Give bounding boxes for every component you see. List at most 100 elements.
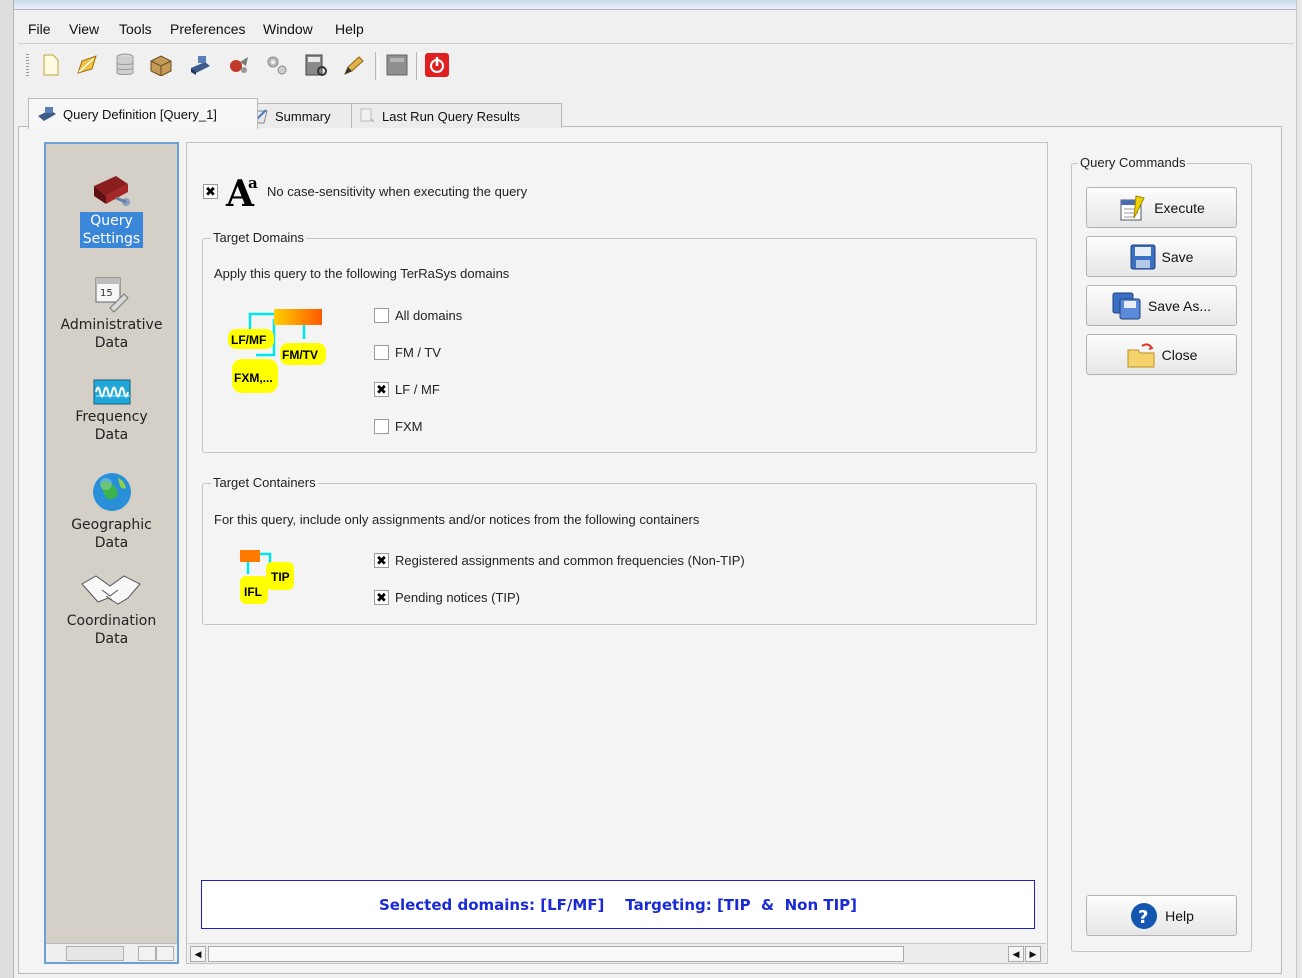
nav-item-administrative-data[interactable]: 15 Administrative Data	[46, 274, 177, 352]
case-insensitive-label: No case-sensitivity when executing the q…	[267, 184, 528, 199]
scroll-left-button[interactable]	[138, 946, 156, 961]
font-case-icon: A a	[225, 173, 258, 212]
scrollbar-thumb[interactable]	[208, 946, 904, 962]
svg-text:a: a	[248, 174, 258, 192]
disabled-icon[interactable]	[384, 52, 410, 78]
scroll-right-button[interactable]	[156, 946, 174, 961]
diagram-ifl-label: IFL	[244, 585, 262, 599]
execute-icon	[1120, 194, 1145, 220]
query-definition-icon	[38, 107, 56, 121]
diagram-fmtv-label: FM/TV	[282, 348, 318, 362]
globe-icon	[92, 473, 131, 511]
toolbar-separator	[375, 52, 379, 80]
calculator-icon[interactable]	[303, 52, 329, 78]
svg-text:15: 15	[100, 288, 113, 299]
fm-tv-label: FM / TV	[395, 345, 441, 360]
settings-gears-icon[interactable]	[264, 52, 290, 78]
diagram-lfmf-label: LF/MF	[231, 333, 266, 347]
new-document-icon[interactable]	[38, 52, 64, 78]
tab-bar: Query Definition [Query_1] Summary Last …	[18, 98, 1294, 129]
close-label: Close	[1161, 346, 1198, 363]
scrollbar-thumb[interactable]	[66, 946, 124, 961]
fm-tv-checkbox[interactable]	[374, 345, 389, 360]
nav-item-coordination-data[interactable]: Coordination Data	[46, 572, 177, 648]
help-icon: ?	[1131, 902, 1158, 929]
save-icon	[1130, 244, 1156, 269]
window-left-edge	[0, 0, 14, 978]
menu-view[interactable]: View	[69, 21, 99, 37]
menu-help[interactable]: Help	[335, 21, 364, 37]
target-domains-description: Apply this query to the following TerRaS…	[214, 266, 510, 281]
toolbar-separator	[416, 52, 420, 80]
nav-item-frequency-data[interactable]: Frequency Data	[46, 376, 177, 444]
target-containers-title: Target Containers	[211, 475, 318, 490]
execute-label: Execute	[1154, 199, 1205, 216]
tab-label: Query Definition [Query_1]	[63, 106, 217, 122]
execute-button[interactable]: Execute	[1086, 187, 1237, 228]
lf-mf-label: LF / MF	[395, 382, 440, 397]
save-as-icon	[1112, 292, 1141, 319]
query-commands-title: Query Commands	[1078, 155, 1188, 170]
case-insensitive-checkbox[interactable]: ✖	[203, 184, 218, 199]
save-label: Save	[1161, 248, 1194, 265]
save-as-button[interactable]: Save As...	[1086, 285, 1237, 326]
menu-preferences[interactable]: Preferences	[170, 21, 245, 37]
help-label: Help	[1165, 907, 1194, 924]
non-tip-label: Registered assignments and common freque…	[395, 553, 745, 568]
fxm-label: FXM	[395, 419, 423, 434]
scroll-left-button[interactable]: ◀	[1008, 946, 1024, 962]
menu-tools[interactable]: Tools	[119, 21, 152, 37]
save-as-label: Save As...	[1147, 297, 1212, 314]
nav-horizontal-scrollbar[interactable]	[46, 943, 177, 962]
all-domains-checkbox[interactable]	[374, 308, 389, 323]
window-titlebar	[0, 0, 1302, 10]
tip-checkbox[interactable]: ✖	[374, 590, 389, 605]
selection-summary-text: Selected domains: [LF/MF] Targeting: [TI…	[378, 895, 858, 914]
tab-label: Last Run Query Results	[382, 108, 521, 124]
package-icon[interactable]	[148, 52, 174, 78]
tab-label: Summary	[275, 108, 331, 124]
results-icon	[360, 108, 375, 123]
calendar-icon: 15	[95, 277, 129, 313]
tip-label: Pending notices (TIP)	[395, 590, 521, 605]
menu-bar: File View Tools Preferences Window Help	[18, 14, 1294, 44]
run-icon[interactable]	[226, 52, 252, 78]
toolbar-grip[interactable]	[26, 54, 29, 78]
non-tip-checkbox[interactable]: ✖	[374, 553, 389, 568]
nav-item-geographic-data[interactable]: Geographic Data	[46, 470, 177, 552]
target-containers-description: For this query, include only assignments…	[214, 512, 700, 527]
menu-file[interactable]: File	[28, 21, 51, 37]
toolbox-icon	[93, 176, 130, 206]
edit-icon[interactable]	[74, 52, 100, 78]
fxm-checkbox[interactable]	[374, 419, 389, 434]
lf-mf-checkbox[interactable]: ✖	[374, 382, 389, 397]
stamp-icon[interactable]	[187, 52, 213, 78]
main-horizontal-scrollbar[interactable]: ◀ ◀ ▶	[188, 943, 1046, 963]
tab-last-run-query-results[interactable]: Last Run Query Results	[351, 103, 562, 128]
save-button[interactable]: Save	[1086, 236, 1237, 277]
svg-text:?: ?	[1138, 907, 1148, 928]
selection-summary: Selected domains: [LF/MF] Targeting: [TI…	[201, 880, 1035, 929]
containers-diagram: TIP IFL	[240, 550, 294, 604]
power-exit-icon[interactable]	[424, 52, 450, 78]
frequency-icon	[93, 379, 130, 405]
query-commands-group: Query Commands	[1071, 155, 1252, 952]
menu-window[interactable]: Window	[263, 21, 313, 37]
diagram-fxm-label: FXM,...	[234, 371, 273, 385]
diagram-tip-label: TIP	[271, 570, 290, 584]
scroll-right-button[interactable]: ▶	[1025, 946, 1041, 962]
query-section-nav: Query Settings 15 Administrative Data Freq…	[44, 142, 179, 964]
target-domains-title: Target Domains	[211, 230, 307, 245]
folder-close-icon	[1127, 342, 1155, 367]
scroll-left-button[interactable]: ◀	[190, 946, 206, 962]
database-icon[interactable]	[112, 52, 138, 78]
all-domains-label: All domains	[395, 308, 463, 323]
tab-query-definition[interactable]: Query Definition [Query_1]	[28, 98, 258, 129]
help-button[interactable]: ? Help	[1086, 895, 1237, 936]
close-button[interactable]: Close	[1086, 334, 1237, 375]
domains-diagram: LF/MF FM/TV FXM,...	[228, 309, 326, 393]
nav-item-query-settings[interactable]: Query Settings	[46, 168, 177, 248]
handshake-icon	[80, 575, 141, 605]
nav-label: Query Settings	[79, 212, 144, 248]
pencil-icon[interactable]	[340, 52, 366, 78]
